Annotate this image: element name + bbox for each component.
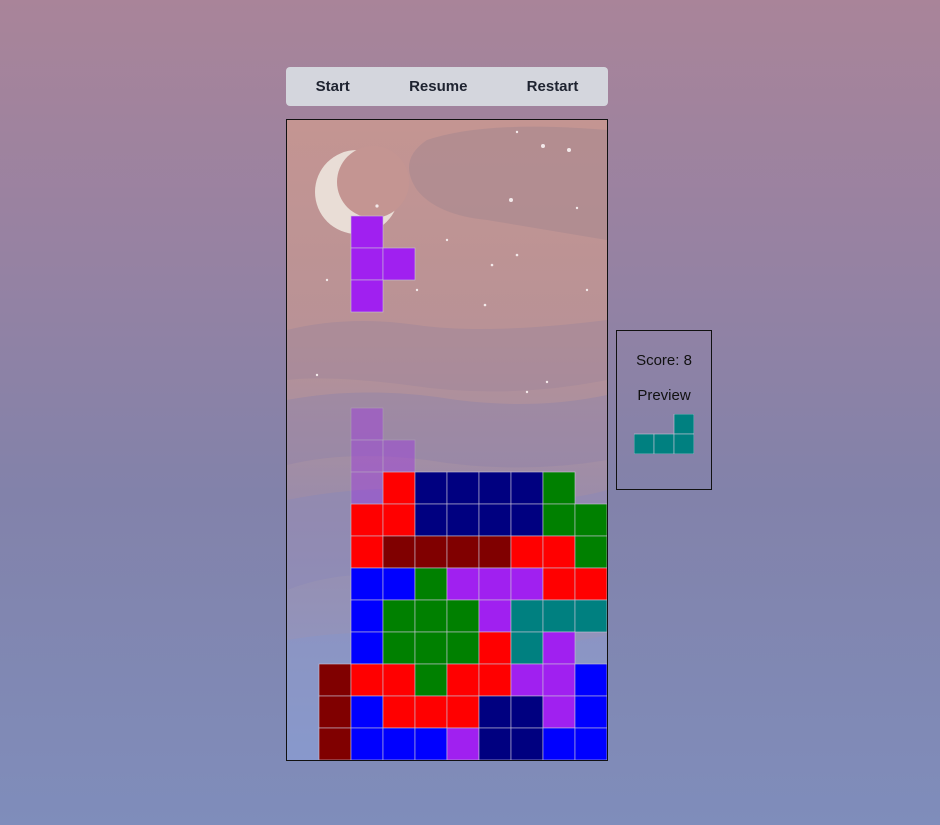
locked-block: [510, 471, 544, 505]
locked-block: [446, 695, 480, 729]
locked-block: [318, 695, 352, 729]
locked-block: [574, 727, 607, 760]
game-board[interactable]: [286, 119, 608, 761]
locked-block: [478, 567, 512, 601]
locked-block: [350, 535, 384, 569]
locked-block: [382, 471, 416, 505]
locked-block: [446, 535, 480, 569]
next-piece-canvas: [633, 413, 695, 455]
preview-block: [673, 433, 695, 455]
locked-block: [446, 599, 480, 633]
active-piece-block: [382, 247, 416, 281]
locked-block: [478, 599, 512, 633]
locked-block: [542, 695, 576, 729]
locked-block: [382, 663, 416, 697]
locked-block: [446, 727, 480, 760]
locked-block: [414, 471, 448, 505]
preview-block: [673, 413, 695, 435]
locked-block: [318, 727, 352, 760]
restart-button[interactable]: Restart: [521, 74, 585, 99]
locked-block: [382, 631, 416, 665]
locked-block: [382, 503, 416, 537]
locked-block: [574, 567, 607, 601]
locked-block: [478, 471, 512, 505]
active-piece-block: [350, 215, 384, 249]
game-board-canvas: [287, 120, 607, 760]
locked-block: [510, 599, 544, 633]
locked-block: [478, 503, 512, 537]
active-piece-block: [350, 247, 384, 281]
locked-block: [350, 631, 384, 665]
locked-block: [510, 631, 544, 665]
locked-block: [478, 695, 512, 729]
locked-block: [446, 503, 480, 537]
locked-block: [350, 503, 384, 537]
score-display: Score: 8: [636, 352, 692, 369]
locked-block: [350, 599, 384, 633]
locked-block: [510, 535, 544, 569]
locked-block: [446, 663, 480, 697]
locked-block: [542, 503, 576, 537]
ghost-block: [350, 407, 384, 441]
locked-block: [478, 631, 512, 665]
active-piece-block: [350, 279, 384, 313]
locked-block: [542, 727, 576, 760]
locked-block: [478, 727, 512, 760]
control-toolbar: Start Resume Restart: [286, 67, 608, 106]
score-panel: Score: 8 Preview: [616, 330, 712, 490]
locked-block: [542, 471, 576, 505]
locked-block: [574, 503, 607, 537]
locked-block: [414, 535, 448, 569]
locked-block: [382, 727, 416, 760]
resume-button[interactable]: Resume: [403, 74, 473, 99]
locked-block: [414, 695, 448, 729]
locked-block: [382, 599, 416, 633]
locked-block: [318, 663, 352, 697]
locked-block: [510, 567, 544, 601]
locked-block: [574, 599, 607, 633]
locked-block: [350, 695, 384, 729]
locked-block: [446, 567, 480, 601]
locked-block: [446, 631, 480, 665]
locked-block: [542, 631, 576, 665]
ghost-block: [350, 471, 384, 505]
locked-block: [350, 663, 384, 697]
locked-block: [574, 663, 607, 697]
locked-block: [414, 567, 448, 601]
locked-block: [510, 727, 544, 760]
locked-block: [574, 535, 607, 569]
locked-block: [446, 471, 480, 505]
preview-label: Preview: [637, 387, 691, 404]
next-piece-preview: [633, 413, 695, 455]
locked-block: [510, 695, 544, 729]
locked-block: [350, 727, 384, 760]
locked-block: [510, 663, 544, 697]
locked-block: [478, 535, 512, 569]
preview-block: [633, 433, 655, 455]
locked-block: [414, 663, 448, 697]
start-button[interactable]: Start: [310, 74, 356, 99]
locked-block: [414, 727, 448, 760]
locked-block: [478, 663, 512, 697]
locked-block: [542, 599, 576, 633]
ghost-block: [382, 439, 416, 473]
locked-block: [542, 567, 576, 601]
locked-block: [542, 663, 576, 697]
locked-block: [350, 567, 384, 601]
locked-block: [414, 631, 448, 665]
locked-block: [542, 535, 576, 569]
locked-block: [414, 599, 448, 633]
locked-block: [414, 503, 448, 537]
locked-block: [574, 695, 607, 729]
locked-block: [382, 535, 416, 569]
ghost-block: [350, 439, 384, 473]
locked-block: [382, 695, 416, 729]
locked-block: [382, 567, 416, 601]
preview-block: [653, 433, 675, 455]
locked-block: [510, 503, 544, 537]
